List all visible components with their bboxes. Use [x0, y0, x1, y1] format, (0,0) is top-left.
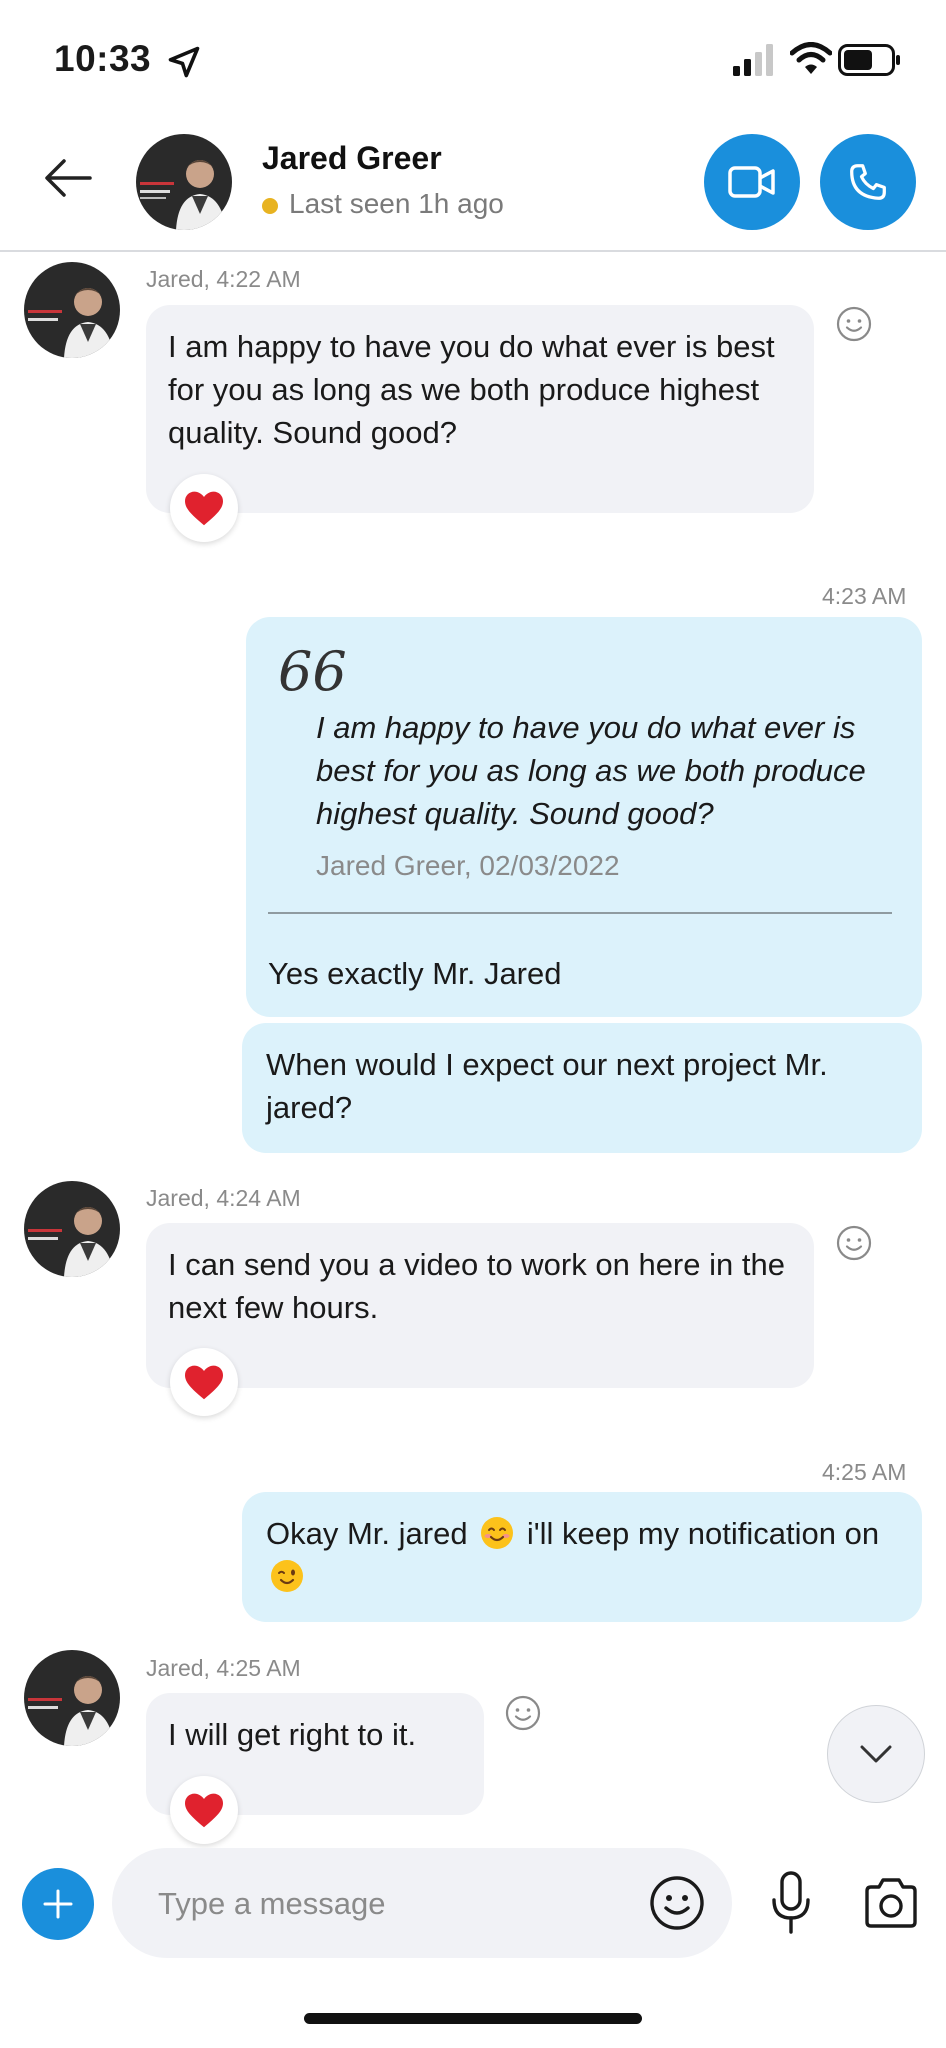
avatar-photo — [24, 1181, 120, 1277]
quote-mark: 66 — [278, 640, 347, 703]
scroll-to-bottom-button[interactable] — [827, 1705, 925, 1803]
location-arrow-icon — [168, 46, 200, 78]
message-meta: 4:23 AM — [822, 583, 907, 609]
presence-status-icon — [262, 198, 278, 214]
message-bubble-incoming[interactable]: I am happy to have you do what ever is b… — [146, 305, 814, 513]
sender-avatar[interactable] — [24, 262, 120, 358]
audio-call-button[interactable] — [820, 134, 916, 230]
message-text: I am happy to have you do what ever is b… — [168, 329, 775, 450]
message-meta: Jared, 4:25 AM — [146, 1655, 301, 1681]
plus-icon — [43, 1889, 73, 1919]
message-text: Yes exactly Mr. Jared — [268, 956, 562, 991]
microphone-icon[interactable] — [768, 1870, 814, 1936]
heart-reaction-badge[interactable] — [170, 474, 238, 542]
message-bubble-incoming[interactable]: I can send you a video to work on here i… — [146, 1223, 814, 1388]
quote-divider — [268, 912, 892, 914]
emoji-picker-icon[interactable] — [648, 1874, 706, 1932]
message-field[interactable] — [112, 1848, 732, 1958]
winking-face-emoji-icon — [271, 1560, 303, 1592]
avatar-photo — [136, 134, 232, 230]
heart-reaction-badge[interactable] — [170, 1348, 238, 1416]
message-text: I will get right to it. — [168, 1717, 417, 1752]
wifi-icon — [790, 42, 832, 74]
message-text: I can send you a video to work on here i… — [168, 1247, 785, 1325]
heart-icon — [185, 1793, 223, 1828]
quoted-message-text: I am happy to have you do what ever is b… — [316, 710, 866, 831]
message-meta: Jared, 4:22 AM — [146, 266, 301, 292]
heart-icon — [185, 1365, 223, 1400]
add-reaction-smiley-icon[interactable] — [834, 304, 874, 344]
heart-icon — [185, 491, 223, 526]
message-meta: 4:25 AM — [822, 1459, 907, 1485]
battery-icon — [838, 44, 900, 76]
phone-icon — [850, 164, 886, 200]
smiling-face-emoji-icon — [481, 1517, 514, 1549]
presence-text: Last seen 1h ago — [289, 188, 504, 219]
add-reaction-smiley-icon[interactable] — [834, 1223, 874, 1263]
contact-avatar[interactable] — [136, 134, 232, 230]
message-text: Okay Mr. jared i'll keep my notification… — [266, 1512, 906, 1598]
sender-avatar[interactable] — [24, 1650, 120, 1746]
avatar-photo — [24, 262, 120, 358]
add-attachment-button[interactable] — [22, 1868, 94, 1940]
quote-attribution: Jared Greer, 02/03/2022 — [316, 850, 620, 881]
message-text-part: Okay Mr. jared — [266, 1516, 468, 1551]
camera-icon[interactable] — [862, 1876, 920, 1930]
message-bubble-outgoing[interactable]: Okay Mr. jared i'll keep my notification… — [242, 1492, 922, 1622]
message-text-part: i'll keep my notification on — [526, 1516, 880, 1551]
cellular-signal-icon — [733, 44, 773, 76]
avatar-photo — [24, 1650, 120, 1746]
header-divider — [0, 250, 946, 252]
back-arrow-button[interactable] — [38, 148, 98, 208]
chevron-down-icon — [860, 1745, 892, 1763]
message-meta: Jared, 4:24 AM — [146, 1185, 301, 1211]
sender-avatar[interactable] — [24, 1181, 120, 1277]
contact-name[interactable]: Jared Greer — [262, 140, 442, 177]
status-time: 10:33 — [54, 38, 152, 79]
video-call-button[interactable] — [704, 134, 800, 230]
message-text: When would I expect our next project Mr.… — [266, 1047, 828, 1125]
add-reaction-smiley-icon[interactable] — [503, 1693, 543, 1733]
message-input[interactable] — [158, 1882, 598, 1926]
home-indicator — [304, 2013, 642, 2024]
heart-reaction-badge[interactable] — [170, 1776, 238, 1844]
video-camera-icon — [728, 166, 775, 198]
message-bubble-outgoing[interactable]: When would I expect our next project Mr.… — [242, 1023, 922, 1153]
